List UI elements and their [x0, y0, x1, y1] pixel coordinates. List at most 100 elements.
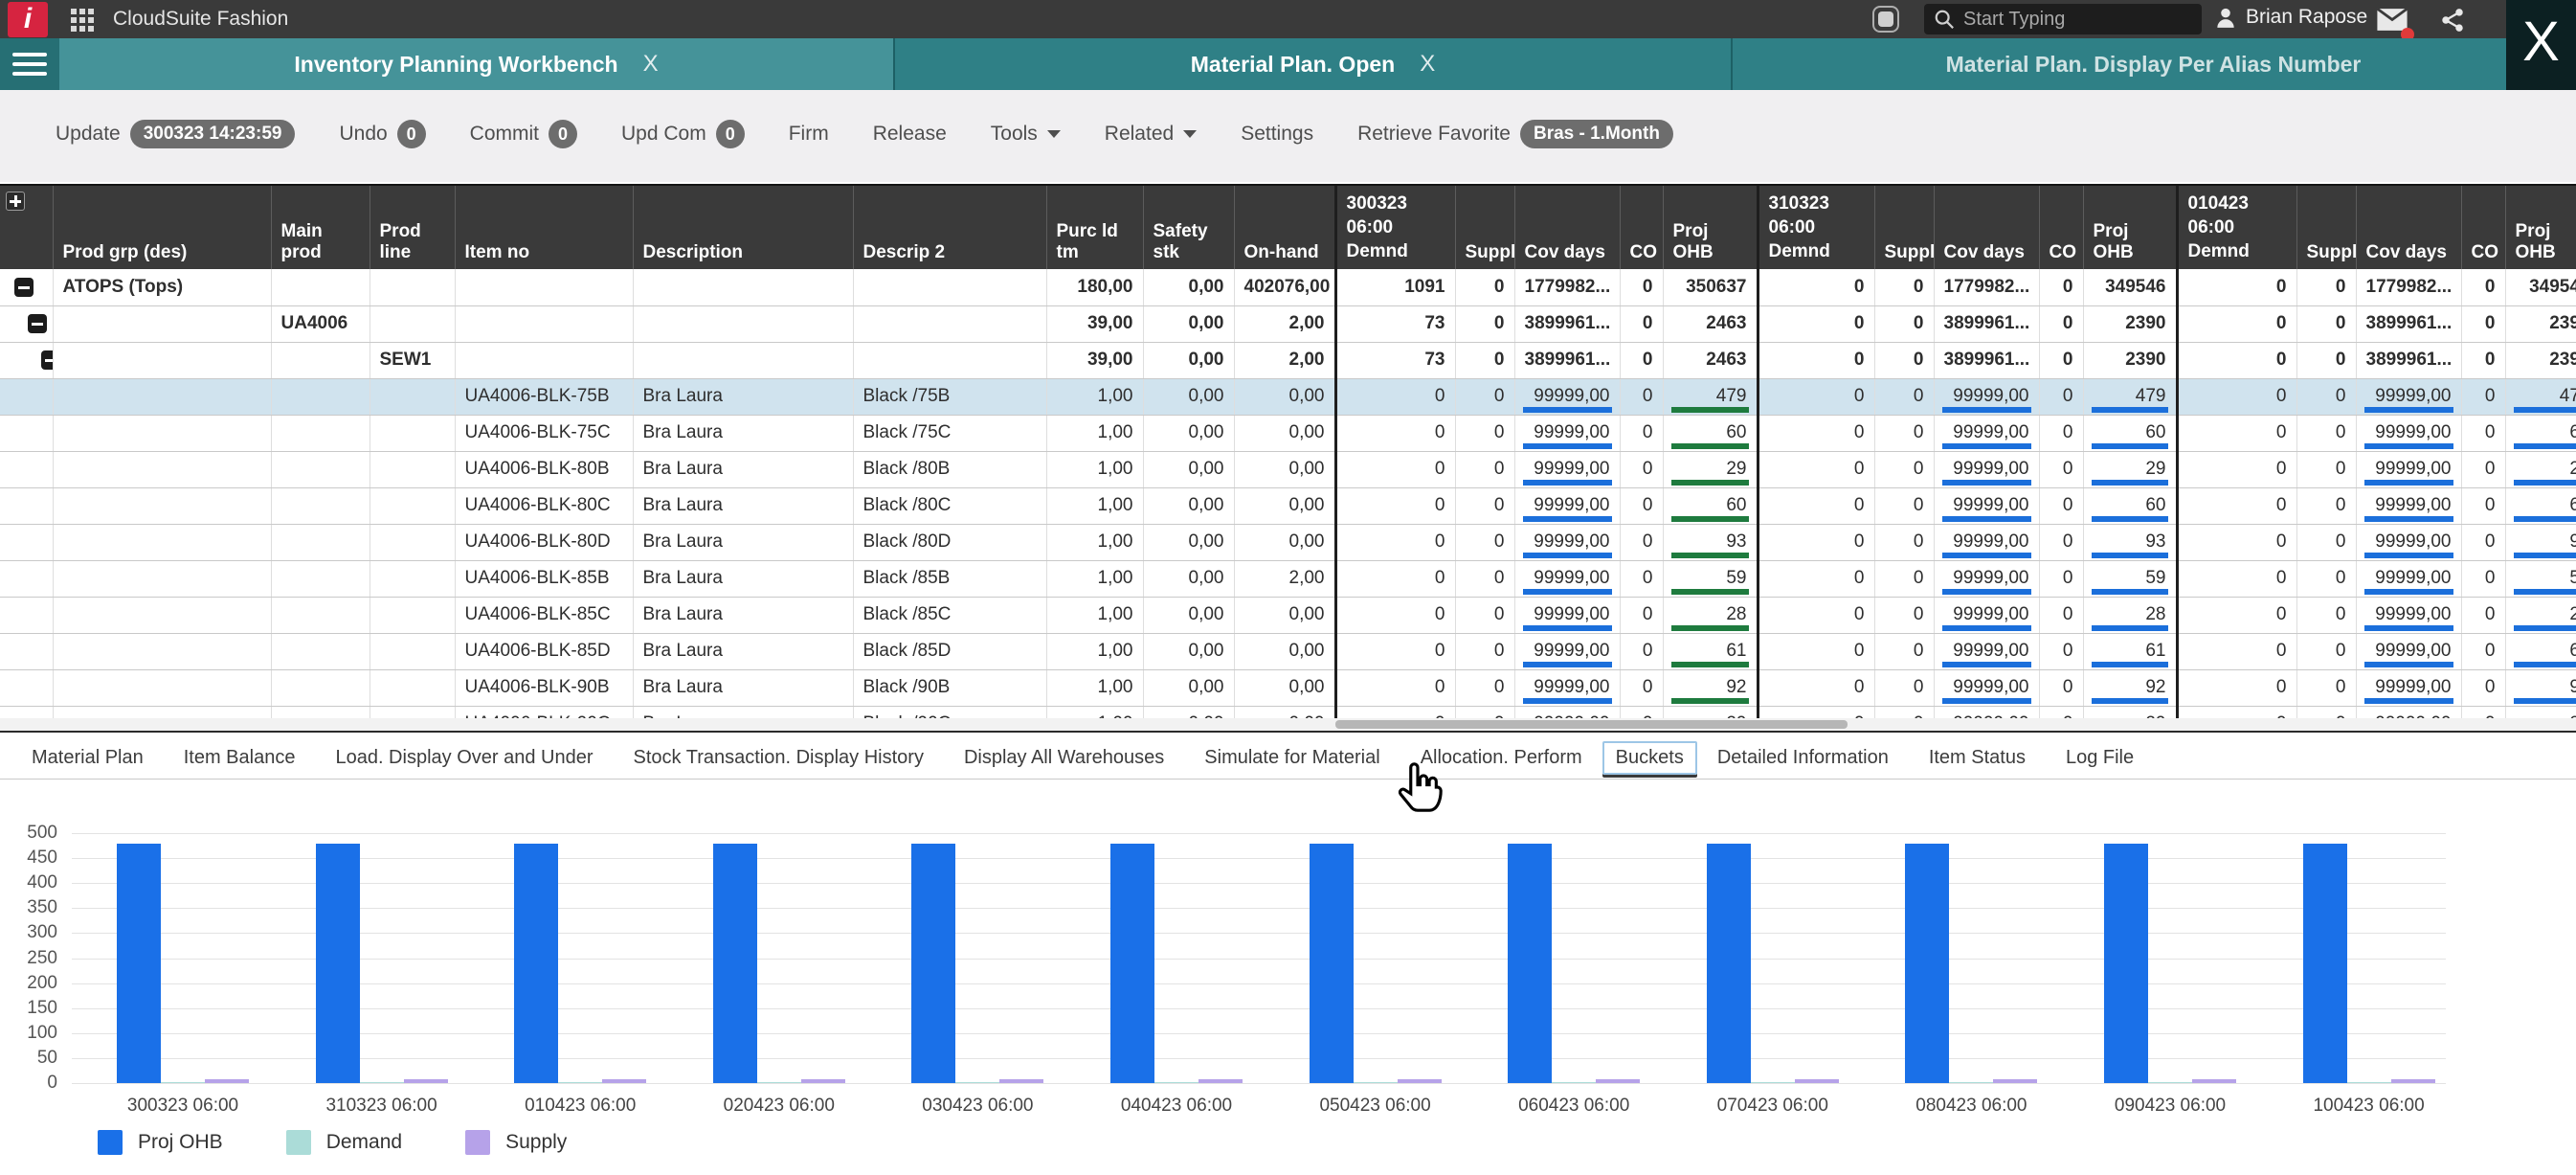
- table-row[interactable]: UA4006-BLK-85CBra LauraBlack /85C1,000,0…: [0, 597, 2576, 633]
- tab-close-icon[interactable]: X: [643, 51, 659, 78]
- cell-cov-days[interactable]: 99999,00: [1514, 706, 1620, 718]
- row-expander-cell[interactable]: [0, 342, 53, 378]
- chart-bar-supply[interactable]: [1795, 1079, 1839, 1083]
- cell-cov-days[interactable]: 99999,00: [2356, 415, 2461, 451]
- cell-purc-ld-tm[interactable]: 1,00: [1046, 633, 1143, 669]
- chart-bar-demand[interactable]: [2148, 1082, 2192, 1083]
- cell-item-no[interactable]: UA4006-BLK-80C: [455, 487, 633, 524]
- cell-suppl[interactable]: 0: [2296, 451, 2356, 487]
- legend-item-supply[interactable]: Supply: [465, 1130, 567, 1155]
- cell-co[interactable]: 0: [2461, 633, 2505, 669]
- chart-bar-supply[interactable]: [1596, 1079, 1640, 1083]
- cell-safety-stk[interactable]: 0,00: [1143, 487, 1234, 524]
- cell-proj-ohb[interactable]: 93: [2083, 524, 2177, 560]
- cell-prod-line[interactable]: [370, 706, 455, 718]
- col-header[interactable]: 010423 06:00Demnd: [2177, 186, 2296, 269]
- cell-cov-days[interactable]: 99999,00: [1934, 524, 2039, 560]
- cell-co[interactable]: 0: [2039, 342, 2083, 378]
- cell-cov-days[interactable]: 99999,00: [1934, 597, 2039, 633]
- share-icon[interactable]: [2439, 7, 2466, 38]
- cell-co[interactable]: 0: [2039, 669, 2083, 706]
- cell-demnd[interactable]: 0: [2177, 305, 2296, 342]
- cell-main-prod[interactable]: [271, 633, 370, 669]
- cell-item-no[interactable]: UA4006-BLK-75C: [455, 415, 633, 451]
- cell-prod-grp[interactable]: [53, 560, 271, 597]
- cell-suppl[interactable]: 0: [1455, 378, 1514, 415]
- cell-suppl[interactable]: 0: [1874, 706, 1934, 718]
- cell-co[interactable]: 0: [2461, 305, 2505, 342]
- cell-co[interactable]: 0: [2039, 269, 2083, 305]
- cell-suppl[interactable]: 0: [1874, 524, 1934, 560]
- cell-demnd[interactable]: 0: [1335, 524, 1455, 560]
- cell-demnd[interactable]: 0: [1758, 451, 1874, 487]
- cell-co[interactable]: 0: [2039, 597, 2083, 633]
- cell-cov-days[interactable]: 99999,00: [1934, 378, 2039, 415]
- cell-proj-ohb[interactable]: 29: [1663, 451, 1758, 487]
- cell-demnd[interactable]: 0: [1335, 597, 1455, 633]
- cell-co[interactable]: 0: [2039, 415, 2083, 451]
- cell-main-prod[interactable]: [271, 597, 370, 633]
- cell-co[interactable]: 0: [2461, 451, 2505, 487]
- cell-item-no[interactable]: UA4006-BLK-90B: [455, 669, 633, 706]
- cell-suppl[interactable]: 0: [2296, 342, 2356, 378]
- cell-purc-ld-tm[interactable]: 1,00: [1046, 487, 1143, 524]
- cell-suppl[interactable]: 0: [2296, 633, 2356, 669]
- cell-on-hand[interactable]: 2,00: [1234, 342, 1335, 378]
- cell-proj-ohb[interactable]: 61: [2505, 633, 2576, 669]
- cell-description[interactable]: Bra Laura: [633, 706, 853, 718]
- cell-safety-stk[interactable]: 0,00: [1143, 378, 1234, 415]
- related-dropdown[interactable]: Related: [1105, 123, 1197, 146]
- upd-com-button[interactable]: Upd Com 0: [621, 120, 745, 148]
- col-header[interactable]: Proj OHB: [1663, 186, 1758, 269]
- cell-prod-grp[interactable]: [53, 669, 271, 706]
- chart-bar-proj-ohb[interactable]: [1905, 844, 1949, 1083]
- global-search-input[interactable]: Start Typing: [1924, 4, 2202, 34]
- cell-proj-ohb[interactable]: 479: [2083, 378, 2177, 415]
- cell-co[interactable]: 0: [2461, 415, 2505, 451]
- cell-suppl[interactable]: 0: [2296, 524, 2356, 560]
- cell-co[interactable]: 0: [1620, 706, 1663, 718]
- cell-on-hand[interactable]: 0,00: [1234, 487, 1335, 524]
- cell-prod-line[interactable]: [370, 487, 455, 524]
- cell-proj-ohb[interactable]: 60: [2505, 487, 2576, 524]
- cell-purc-ld-tm[interactable]: 1,00: [1046, 451, 1143, 487]
- cell-cov-days[interactable]: 99999,00: [1514, 633, 1620, 669]
- cell-purc-ld-tm[interactable]: 1,00: [1046, 524, 1143, 560]
- cell-co[interactable]: 0: [2461, 269, 2505, 305]
- cell-suppl[interactable]: 0: [2296, 487, 2356, 524]
- cell-description[interactable]: Bra Laura: [633, 415, 853, 451]
- cell-suppl[interactable]: 0: [1874, 269, 1934, 305]
- cell-purc-ld-tm[interactable]: 1,00: [1046, 415, 1143, 451]
- undo-button[interactable]: Undo 0: [339, 120, 425, 148]
- cell-prod-line[interactable]: [370, 269, 455, 305]
- cell-co[interactable]: 0: [2461, 669, 2505, 706]
- cell-demnd[interactable]: 0: [2177, 415, 2296, 451]
- cell-suppl[interactable]: 0: [2296, 269, 2356, 305]
- bottom-tab-item-balance[interactable]: Item Balance: [164, 741, 316, 775]
- cell-cov-days[interactable]: 99999,00: [1934, 451, 2039, 487]
- cell-demnd[interactable]: 73: [1335, 305, 1455, 342]
- cell-demnd[interactable]: 73: [1335, 342, 1455, 378]
- collapse-icon[interactable]: [41, 350, 53, 370]
- col-header[interactable]: CO: [2461, 186, 2505, 269]
- cell-suppl[interactable]: 0: [1874, 560, 1934, 597]
- cell-proj-ohb[interactable]: 60: [2083, 415, 2177, 451]
- table-row[interactable]: ATOPS (Tops)180,000,00402076,00109101779…: [0, 269, 2576, 305]
- cell-co[interactable]: 0: [2039, 706, 2083, 718]
- table-row[interactable]: UA4006-BLK-85DBra LauraBlack /85D1,000,0…: [0, 633, 2576, 669]
- bottom-tab-simulate-for-material[interactable]: Simulate for Material: [1184, 741, 1400, 775]
- cell-prod-line[interactable]: [370, 597, 455, 633]
- cell-cov-days[interactable]: 99999,00: [1514, 378, 1620, 415]
- bottom-tab-load-display-over-and-under[interactable]: Load. Display Over and Under: [315, 741, 613, 775]
- row-expander-cell[interactable]: [0, 269, 53, 305]
- row-expander-cell[interactable]: [0, 451, 53, 487]
- col-header[interactable]: Proj OHB: [2505, 186, 2576, 269]
- row-expander-cell[interactable]: [0, 633, 53, 669]
- cell-cov-days[interactable]: 99999,00: [2356, 669, 2461, 706]
- bottom-tab-display-all-warehouses[interactable]: Display All Warehouses: [944, 741, 1184, 775]
- cell-demnd[interactable]: 0: [1758, 524, 1874, 560]
- cell-co[interactable]: 0: [1620, 269, 1663, 305]
- cell-cov-days[interactable]: 99999,00: [1934, 633, 2039, 669]
- table-row[interactable]: SEW139,000,002,007303899961...0246300389…: [0, 342, 2576, 378]
- cell-demnd[interactable]: 0: [2177, 524, 2296, 560]
